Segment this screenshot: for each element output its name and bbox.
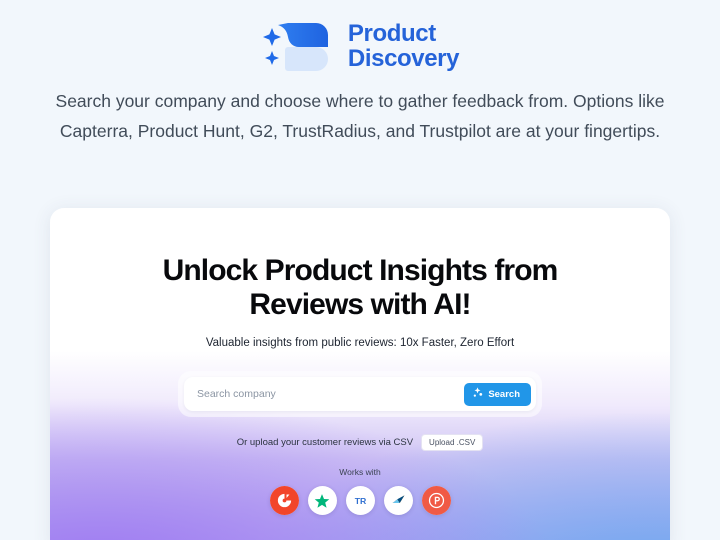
intro-line-1: Search your company and choose where to … <box>55 91 665 111</box>
csv-upload-label: Or upload your customer reviews via CSV <box>236 437 414 448</box>
search-button-label: Search <box>488 388 520 400</box>
works-with-logo-row: TR <box>50 486 670 515</box>
intro-text: Search your company and choose where to … <box>38 86 682 146</box>
trustpilot-logo-icon[interactable] <box>307 486 337 515</box>
search-input[interactable] <box>197 388 465 400</box>
capterra-logo-icon[interactable] <box>383 486 413 515</box>
brand-name-line1: Product <box>347 20 436 48</box>
brand-name-line2: Discovery <box>347 45 460 72</box>
search-button[interactable]: Search <box>464 382 531 406</box>
hero-title-line1: Unlock Product Insights from <box>162 254 559 287</box>
hero-card: Unlock Product Insights from Reviews wit… <box>50 208 670 540</box>
intro-line-2: Capterra, Product Hunt, G2, TrustRadius,… <box>59 121 661 141</box>
svg-text:TR: TR <box>354 496 366 506</box>
hero-title-line2: Reviews with AI! <box>249 288 471 321</box>
upload-csv-button[interactable]: Upload .CSV <box>421 434 484 451</box>
brand-lockup[interactable]: Product Discovery <box>261 20 460 72</box>
trustradius-logo-icon[interactable]: TR <box>345 486 375 515</box>
search-shell: Search <box>178 371 542 417</box>
search-bar[interactable]: Search <box>184 377 536 411</box>
hero-subtitle: Valuable insights from public reviews: 1… <box>205 337 515 349</box>
page-title: Unlock Product Insights from Reviews wit… <box>50 256 670 320</box>
csv-upload-row: Or upload your customer reviews via CSV … <box>50 434 670 451</box>
product-hunt-logo-icon[interactable] <box>421 486 451 515</box>
g2-logo-icon[interactable] <box>269 486 299 515</box>
brand-wordmark: Product Discovery <box>347 20 460 72</box>
ai-sparkle-icon <box>472 387 483 401</box>
works-with-label: Works with <box>339 467 381 477</box>
sparkle-d-logo-icon <box>261 22 339 72</box>
brand-header: Product Discovery <box>0 0 720 72</box>
